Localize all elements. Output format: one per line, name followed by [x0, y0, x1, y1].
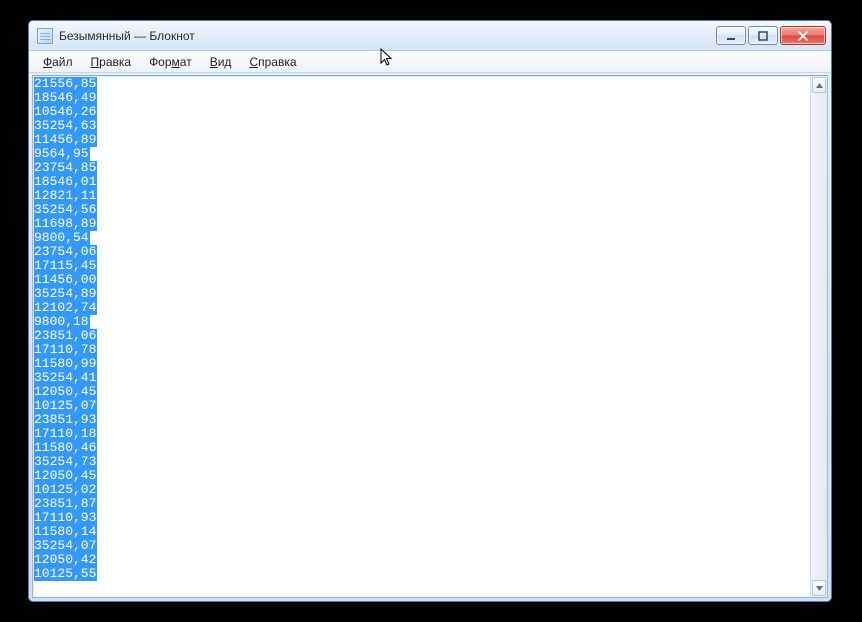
- text-line: 11580,46: [34, 441, 810, 455]
- text-line: 9800,18: [34, 315, 810, 329]
- text-line: 18546,01: [34, 175, 810, 189]
- vertical-scrollbar[interactable]: [810, 76, 827, 597]
- text-line: 11580,14: [34, 525, 810, 539]
- scroll-down-arrow-icon[interactable]: [812, 580, 826, 596]
- text-line: 11698,89: [34, 217, 810, 231]
- text-line: 21556,85: [34, 77, 810, 91]
- window-title: Безымянный — Блокнот: [59, 29, 195, 43]
- text-line: 9800,54: [34, 231, 810, 245]
- text-line: 23754,85: [34, 161, 810, 175]
- menubar: Файл Правка Формат Вид Справка: [29, 51, 831, 73]
- text-line: 23851,06: [34, 329, 810, 343]
- menu-file[interactable]: Файл: [35, 53, 81, 71]
- text-line: 35254,63: [34, 119, 810, 133]
- text-line: 23851,87: [34, 497, 810, 511]
- text-line: 12821,11: [34, 189, 810, 203]
- menu-view[interactable]: Вид: [202, 53, 240, 71]
- text-line: 11456,00: [34, 273, 810, 287]
- text-line: 35254,73: [34, 455, 810, 469]
- notepad-window: Безымянный — Блокнот Файл Правка: [28, 20, 832, 602]
- text-line: 12050,42: [34, 553, 810, 567]
- text-line: 10546,26: [34, 105, 810, 119]
- text-line: 35254,07: [34, 539, 810, 553]
- text-line: 23851,93: [34, 413, 810, 427]
- client-area: 21556,8518546,4910546,2635254,6311456,89…: [32, 75, 828, 598]
- text-line: 23754,06: [34, 245, 810, 259]
- text-line: 11456,89: [34, 133, 810, 147]
- text-line: 17115,45: [34, 259, 810, 273]
- text-line: 17110,18: [34, 427, 810, 441]
- text-line: 18546,49: [34, 91, 810, 105]
- text-line: 12050,45: [34, 385, 810, 399]
- text-line: 12102,74: [34, 301, 810, 315]
- text-line: 17110,78: [34, 343, 810, 357]
- menu-format[interactable]: Формат: [141, 53, 200, 71]
- text-line: 35254,41: [34, 371, 810, 385]
- text-line: 10125,07: [34, 399, 810, 413]
- close-button[interactable]: [780, 26, 826, 45]
- maximize-button[interactable]: [748, 26, 778, 45]
- text-line: 17110,93: [34, 511, 810, 525]
- minimize-button[interactable]: [716, 26, 746, 45]
- menu-help[interactable]: Справка: [241, 53, 304, 71]
- notepad-app-icon: [37, 28, 53, 44]
- text-line: 12050,45: [34, 469, 810, 483]
- text-line: 11580,99: [34, 357, 810, 371]
- titlebar[interactable]: Безымянный — Блокнот: [29, 21, 831, 51]
- text-line: 9564,95: [34, 147, 810, 161]
- text-line: 35254,56: [34, 203, 810, 217]
- text-line: 10125,55: [34, 567, 810, 581]
- text-line: 10125,02: [34, 483, 810, 497]
- text-line: 35254,89: [34, 287, 810, 301]
- scroll-up-arrow-icon[interactable]: [812, 77, 826, 93]
- menu-edit[interactable]: Правка: [83, 53, 140, 71]
- text-area[interactable]: 21556,8518546,4910546,2635254,6311456,89…: [33, 76, 810, 597]
- window-controls: [716, 26, 827, 45]
